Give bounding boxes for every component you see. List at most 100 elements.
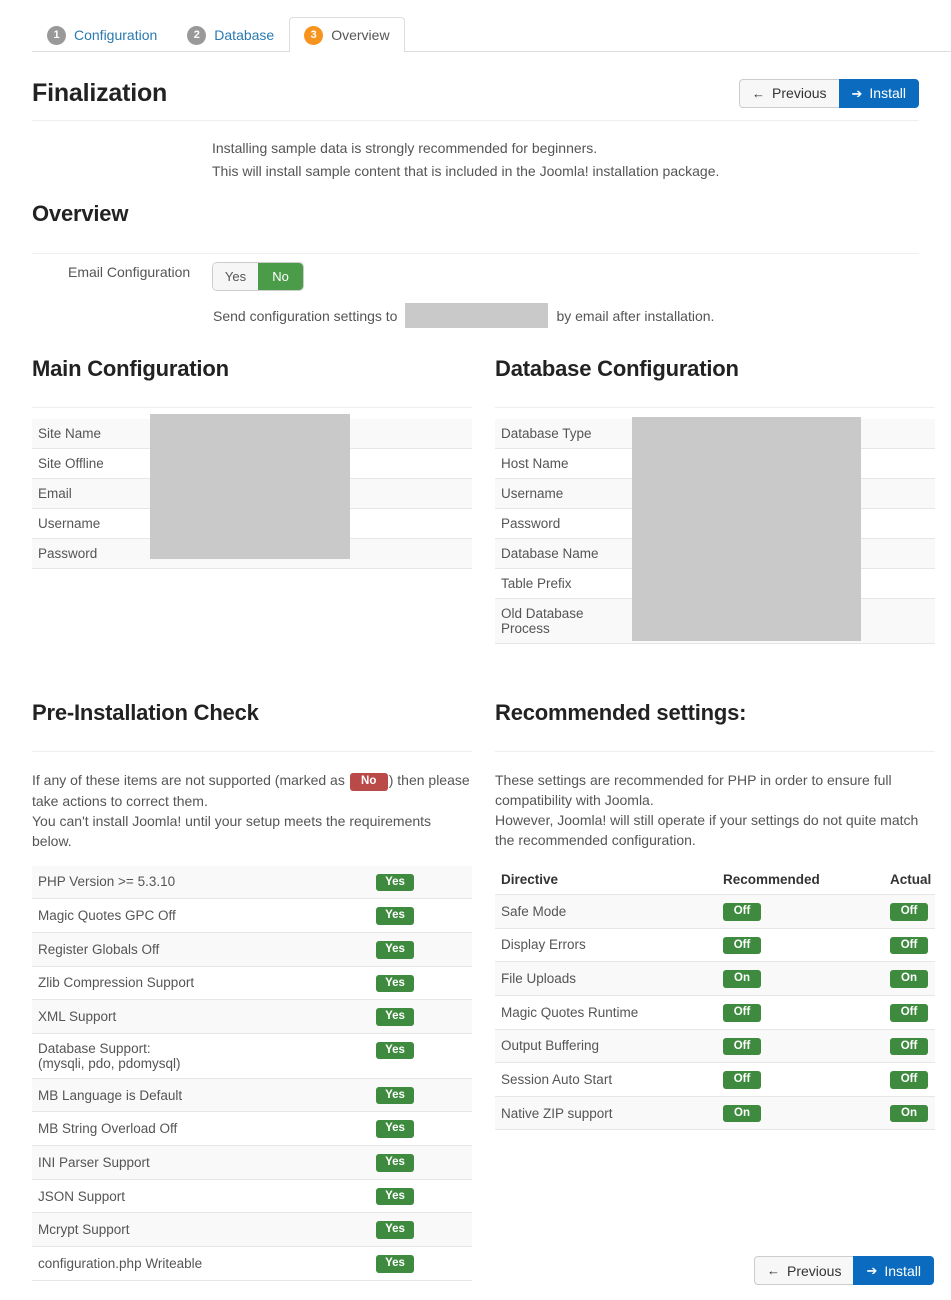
check-status-cell: Yes [370,1078,472,1113]
check-desc-part1: If any of these items are not supported … [32,772,345,788]
intro-line-2: This will install sample content that is… [212,163,720,179]
arrow-left-icon: ← [767,1263,780,1278]
status-badge: Yes [376,1255,414,1273]
check-status-cell: Yes [370,1246,472,1281]
no-badge-inline: No [349,773,388,791]
config-value [162,508,472,539]
database-configuration-divider [495,407,935,408]
config-key: Password [32,538,162,569]
table-row: Email [32,478,472,509]
actual-badge: Off [890,1071,928,1089]
table-row: PHP Version >= 5.3.10 Yes [32,865,472,900]
recommended-settings-table: Directive Recommended Actual Safe Mode Of… [495,865,935,1131]
table-row: Site Name [32,419,472,449]
recommended-desc-line1: These settings are recommended for PHP i… [495,772,892,808]
config-key: Site Name [32,419,162,449]
table-row: JSON Support Yes [32,1179,472,1214]
recommended-cell: Off [717,995,884,1030]
send-config-suffix: by email after installation. [556,307,715,324]
previous-button-top[interactable]: ← Previous [739,78,840,108]
recommended-badge: Off [723,936,761,955]
status-badge: Yes [376,1086,414,1105]
wizard-tab-configuration[interactable]: 1 Configuration [32,17,172,52]
table-row: Safe Mode Off Off [495,894,935,929]
install-button-top[interactable]: ➔ Install [838,78,919,108]
table-row: Password [495,508,935,539]
table-row: Mcrypt Support Yes [32,1212,472,1248]
directive-label: Display Errors [495,928,717,963]
table-row: File Uploads On On [495,961,935,996]
config-key: Username [495,478,642,509]
check-status-cell: Yes [370,1145,472,1180]
actual-cell: Off [884,928,935,963]
table-row: Zlib Compression Support Yes [32,966,472,1001]
recommended-cell: On [717,961,884,996]
check-label: MB String Overload Off [32,1111,370,1147]
header-recommended: Recommended [717,865,884,895]
tab-step-badge: 2 [187,25,207,45]
recommended-badge: Off [723,1003,761,1022]
recommended-badge: On [723,970,761,988]
main-configuration-section: Main Configuration Site Name Site Offlin… [32,358,472,569]
config-value [642,478,935,509]
table-row: MB Language is Default Yes [32,1078,472,1113]
actual-cell: Off [884,995,935,1030]
table-row: Display Errors Off Off [495,928,935,963]
previous-button-label: Previous [787,1262,842,1279]
actual-badge: Off [890,1003,928,1022]
table-row: Database Type [495,419,935,449]
database-configuration-title: Database Configuration [495,356,739,381]
previous-button-bottom[interactable]: ← Previous [754,1256,855,1285]
table-row: XML Support Yes [32,999,472,1034]
check-status-cell: Yes [370,898,472,933]
email-configuration-toggle[interactable]: Yes No [213,263,303,290]
table-row: Host Name [495,448,935,479]
database-configuration-table: Database Type Host Name Username Passwor… [495,419,935,644]
page-title: Finalization [32,78,168,107]
wizard-tab-database[interactable]: 2 Database [172,17,289,52]
header-directive: Directive [495,865,717,895]
check-label: INI Parser Support [32,1145,370,1180]
table-row: Password [32,538,472,569]
wizard-tab-overview[interactable]: 3 Overview [289,17,405,52]
status-badge: Yes [376,1187,414,1206]
config-key: Site Offline [32,448,162,479]
recommended-badge: Off [723,1071,761,1089]
config-value [642,419,935,449]
table-row: Magic Quotes GPC Off Yes [32,898,472,933]
actual-badge: Off [890,936,928,955]
arrow-left-icon: ← [752,85,766,101]
status-badge: Yes [376,873,414,892]
tab-label: Configuration [74,27,158,43]
recommended-settings-header-row: Directive Recommended Actual [495,865,935,895]
config-value [642,508,935,539]
email-config-no-option[interactable]: No [258,263,303,290]
config-value [642,598,935,644]
email-value-redacted [405,303,549,328]
table-row: Native ZIP support On On [495,1096,935,1131]
status-badge: Yes [376,1154,414,1172]
email-config-yes-option[interactable]: Yes [213,263,258,290]
config-value [642,568,935,599]
table-row: Site Offline [32,448,472,479]
directive-label: File Uploads [495,961,717,996]
check-label: Mcrypt Support [32,1212,370,1248]
table-row: Session Auto Start Off Off [495,1062,935,1097]
send-config-prefix: Send configuration settings to [213,307,398,324]
table-row: Username [495,478,935,509]
header-actual: Actual [884,865,935,895]
install-button-bottom[interactable]: ➔ Install [853,1256,934,1285]
toolbar-bottom: ← Previous ➔ Install [754,1256,934,1285]
directive-label: Session Auto Start [495,1062,717,1097]
check-label: Register Globals Off [32,932,370,967]
table-row: Magic Quotes Runtime Off Off [495,995,935,1030]
database-configuration-section: Database Configuration Database Type Hos… [495,358,935,644]
config-key: Database Name [495,538,642,569]
check-status-cell: Yes [370,1179,472,1214]
config-value [162,448,472,479]
directive-label: Output Buffering [495,1029,717,1064]
table-row: Output Buffering Off Off [495,1029,935,1064]
overview-divider [32,253,919,254]
directive-label: Magic Quotes Runtime [495,995,717,1030]
status-badge: Yes [376,974,414,993]
